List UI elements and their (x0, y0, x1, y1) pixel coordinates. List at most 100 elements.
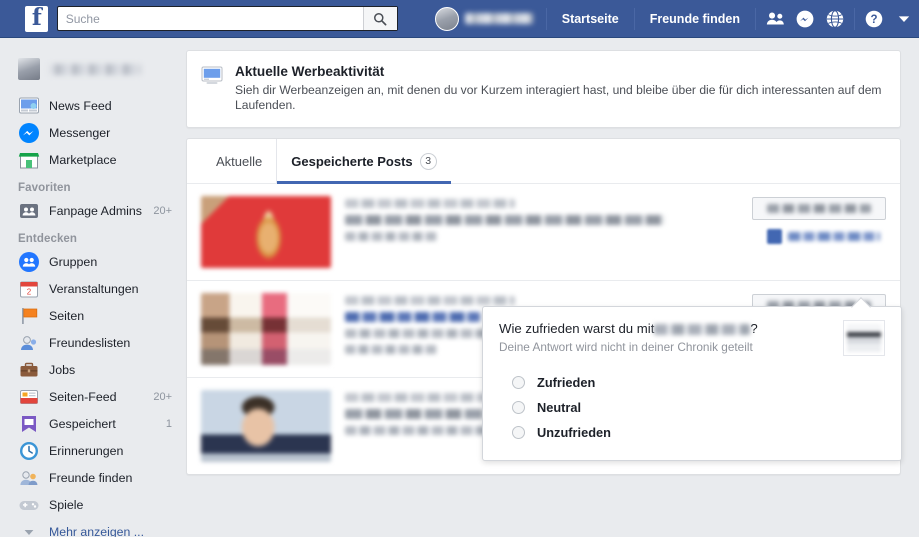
ad-activity-title: Aktuelle Werbeaktivität (235, 64, 385, 79)
post-subtitle-redacted (345, 232, 437, 241)
search-input[interactable] (57, 7, 363, 30)
survey-option-zufrieden[interactable]: Zufrieden (499, 370, 885, 395)
monitor-icon (201, 66, 223, 86)
sidebar-item-gruppen[interactable]: Gruppen (18, 248, 186, 275)
popup-thumbnail (843, 320, 885, 356)
facebook-logo[interactable]: f (25, 5, 48, 32)
sidebar-heading-favorites: Favoriten (18, 182, 71, 194)
sidebar-item-freunde-finden[interactable]: Freunde finden (18, 464, 186, 491)
pages-flag-icon (18, 305, 40, 327)
sidebar-item-label: Freundeslisten (49, 335, 131, 350)
survey-option-label: Neutral (537, 400, 582, 415)
feedback-given-button[interactable] (752, 197, 886, 220)
home-link[interactable]: Startseite (551, 0, 630, 38)
avatar (18, 58, 40, 80)
events-calendar-icon: 2 (18, 278, 40, 300)
post-thumbnail[interactable] (201, 196, 331, 268)
sidebar-profile[interactable] (18, 52, 186, 86)
post-thumbnail[interactable] (201, 390, 331, 462)
radio-button[interactable] (512, 401, 525, 414)
sidebar-item-label: Seiten-Feed (49, 389, 117, 404)
search-bar[interactable] (56, 6, 398, 31)
sidebar-show-more-label: Mehr anzeigen ... (49, 525, 145, 537)
saved-bookmark-icon (18, 413, 40, 435)
help-icon[interactable]: ? (859, 4, 889, 34)
divider (854, 7, 855, 30)
sidebar-item-label: News Feed (49, 98, 112, 113)
left-sidebar: News Feed Messenger Marketplace Favorite… (0, 38, 186, 537)
table-row[interactable] (187, 184, 900, 280)
popup-question-suffix: ? (750, 321, 758, 336)
sidebar-item-label: Erinnerungen (49, 443, 124, 458)
post-text (345, 196, 724, 248)
marketplace-icon (18, 149, 40, 171)
news-feed-icon (18, 95, 40, 117)
sidebar-item-marketplace[interactable]: Marketplace (18, 146, 186, 173)
chevron-down-icon (18, 521, 40, 537)
radio-button[interactable] (512, 426, 525, 439)
sidebar-item-erinnerungen[interactable]: Erinnerungen (18, 437, 186, 464)
saved-button[interactable] (767, 229, 886, 244)
satisfaction-survey-popup: Wie zufrieden warst du mit? Deine Antwor… (482, 306, 902, 461)
post-thumbnail[interactable] (201, 293, 331, 365)
sidebar-item-seiten-feed[interactable]: Seiten-Feed 20+ (18, 383, 186, 410)
search-icon[interactable] (362, 7, 397, 30)
feedback-button-label-redacted (767, 204, 871, 213)
account-chevron-down-icon[interactable] (889, 4, 919, 34)
tab-bar: Aktuelle Gespeicherte Posts 3 (187, 139, 900, 184)
divider (633, 7, 635, 30)
post-title-redacted[interactable] (345, 312, 480, 322)
sidebar-item-fanpage-admins[interactable]: Fanpage Admins 20+ (18, 197, 186, 224)
sidebar-item-gespeichert[interactable]: Gespeichert 1 (18, 410, 186, 437)
notifications-globe-icon[interactable] (820, 4, 850, 34)
sidebar-item-jobs[interactable]: Jobs (18, 356, 186, 383)
friend-lists-icon (18, 332, 40, 354)
sidebar-item-veranstaltungen[interactable]: 2 Veranstaltungen (18, 275, 186, 302)
sidebar-item-news-feed[interactable]: News Feed (18, 92, 186, 119)
games-gamepad-icon (18, 494, 40, 516)
top-nav-right: Startseite Freunde finden ? (426, 0, 919, 38)
sidebar-item-label: Gespeichert (49, 416, 116, 431)
profile-link[interactable] (426, 5, 542, 33)
tab-label: Gespeicherte Posts (291, 153, 413, 169)
radio-button[interactable] (512, 376, 525, 389)
popup-subtitle: Deine Antwort wird nicht in deiner Chron… (499, 340, 753, 354)
post-subtitle2-redacted (345, 345, 437, 354)
sidebar-item-label: Freunde finden (49, 470, 133, 485)
find-friends-link[interactable]: Freunde finden (639, 0, 751, 38)
ad-activity-description: Sieh dir Werbeanzeigen an, mit denen du … (235, 83, 882, 112)
messenger-icon (18, 122, 40, 144)
tab-aktuelle[interactable]: Aktuelle (202, 139, 276, 183)
sidebar-item-label: Spiele (49, 497, 84, 512)
find-friends-icon (18, 467, 40, 489)
popup-question-prefix: Wie zufrieden warst du mit (499, 321, 655, 336)
svg-text:?: ? (870, 14, 877, 26)
sidebar-heading-discover: Entdecken (18, 233, 78, 245)
main-content: Aktuelle Werbeaktivität Sieh dir Werbean… (186, 38, 919, 537)
sidebar-item-messenger[interactable]: Messenger (18, 119, 186, 146)
sidebar-item-seiten[interactable]: Seiten (18, 302, 186, 329)
popup-thumbnail-image (847, 324, 881, 352)
sidebar-item-spiele[interactable]: Spiele (18, 491, 186, 518)
sidebar-badge: 20+ (153, 204, 172, 217)
survey-option-unzufrieden[interactable]: Unzufrieden (499, 420, 885, 445)
tab-count-badge: 3 (419, 152, 437, 170)
popup-question: Wie zufrieden warst du mit? (499, 320, 758, 337)
popup-header: Wie zufrieden warst du mit? Deine Antwor… (499, 320, 885, 356)
sidebar-item-label: Gruppen (49, 254, 98, 269)
sidebar-item-label: Marketplace (49, 152, 117, 167)
sidebar-show-more[interactable]: Mehr anzeigen ... (18, 519, 186, 537)
tab-gespeicherte-posts[interactable]: Gespeicherte Posts 3 (276, 139, 452, 184)
jobs-briefcase-icon (18, 359, 40, 381)
tab-label: Aktuelle (216, 153, 263, 169)
friend-requests-icon[interactable] (760, 4, 790, 34)
post-title-redacted (345, 215, 665, 225)
ad-activity-card: Aktuelle Werbeaktivität Sieh dir Werbean… (186, 50, 901, 128)
messenger-icon[interactable] (790, 4, 820, 34)
svg-text:2: 2 (27, 287, 32, 296)
sidebar-item-freundeslisten[interactable]: Freundeslisten (18, 329, 186, 356)
survey-option-label: Unzufrieden (537, 425, 611, 440)
sidebar-item-label: Jobs (49, 362, 76, 377)
survey-options: Zufrieden Neutral Unzufrieden (499, 370, 885, 445)
survey-option-neutral[interactable]: Neutral (499, 395, 885, 420)
